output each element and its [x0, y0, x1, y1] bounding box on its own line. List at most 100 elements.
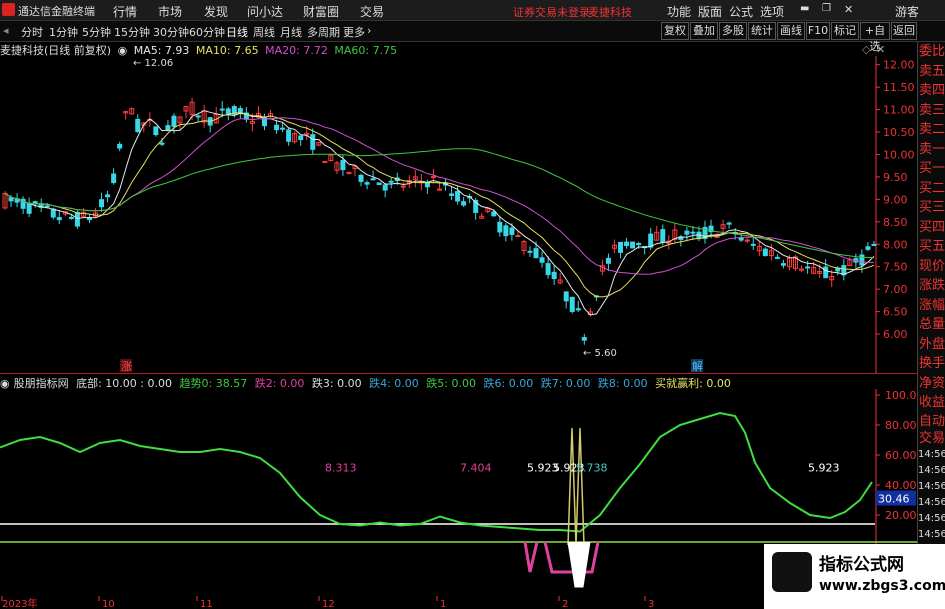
- side-item-3[interactable]: 卖三: [918, 101, 945, 121]
- candle-body: [44, 205, 50, 208]
- period-daily[interactable]: 日线: [226, 24, 248, 40]
- menu-item-wealth[interactable]: 财富圈: [303, 3, 339, 20]
- statistics-button[interactable]: 统计: [748, 22, 776, 40]
- side-item-7[interactable]: 买二: [918, 179, 945, 199]
- auto-trade-label[interactable]: 自动交易: [918, 413, 945, 447]
- period-1min[interactable]: 1分钟: [49, 24, 78, 40]
- indicator-value-label: 8.313: [325, 462, 357, 475]
- menu-item-layout[interactable]: 版面: [698, 3, 722, 20]
- candle-body: [195, 115, 201, 118]
- side-time-4: 14:56: [918, 512, 945, 524]
- period-15min[interactable]: 15分钟: [114, 24, 150, 40]
- mark-button[interactable]: 标记: [831, 22, 859, 40]
- side-panel: 委比 卖五 卖四 卖三 卖二 卖一 买一 买二 买三 买四 买五 现价 涨跌 涨幅 总量 外盘 换手 净资 收益 自…: [917, 42, 945, 609]
- draw-line-button[interactable]: 画线: [777, 22, 805, 40]
- candle-body: [563, 291, 569, 302]
- price-tick-label: 7.50: [883, 261, 908, 274]
- f10-button[interactable]: F10: [806, 22, 830, 40]
- price-tick-label: 9.00: [883, 193, 908, 206]
- period-60min[interactable]: 60分钟: [189, 24, 225, 40]
- side-item-10[interactable]: 买五: [918, 237, 945, 257]
- restore-icon[interactable]: ❐: [822, 3, 831, 14]
- d2-shape-left: [523, 541, 539, 573]
- indicator-value-label: 5.923: [808, 462, 840, 475]
- period-more[interactable]: 更多: [343, 24, 365, 40]
- guest-label[interactable]: 游客: [895, 3, 919, 20]
- candle-body: [624, 241, 630, 247]
- period-weekly[interactable]: 周线: [253, 24, 275, 40]
- high-price-label: ← 12.06: [133, 58, 173, 69]
- period-multi[interactable]: 多周期: [307, 24, 340, 40]
- side-item-17[interactable]: 净资: [918, 374, 945, 394]
- price-tick-label: 9.50: [883, 171, 908, 184]
- close-chart-icon[interactable]: ✕: [876, 43, 885, 56]
- more-chevron-icon[interactable]: ›: [367, 24, 371, 37]
- date-tick-label: 2023年: [2, 597, 37, 609]
- app-logo-icon: [2, 3, 15, 16]
- menu-item-quotes[interactable]: 行情: [113, 3, 137, 20]
- trend-line: [0, 411, 873, 533]
- indicator-value-label: 5.738: [576, 462, 608, 475]
- overlay-button[interactable]: 叠加: [690, 22, 718, 40]
- price-tick-label: 8.50: [883, 216, 908, 229]
- date-tick-label: 10: [102, 599, 115, 609]
- candle-body: [105, 194, 111, 198]
- candle-body: [527, 250, 533, 253]
- menu-item-discover[interactable]: 发现: [204, 3, 228, 20]
- candle-body: [322, 161, 328, 164]
- unlock-marker: 解: [692, 359, 703, 373]
- menu-item-formula[interactable]: 公式: [729, 3, 753, 20]
- stock-notice: 麦捷科技: [588, 6, 632, 19]
- side-item-6[interactable]: 买一: [918, 159, 945, 179]
- side-item-13[interactable]: 涨幅: [918, 296, 945, 316]
- menu-item-function[interactable]: 功能: [667, 3, 691, 20]
- multi-stock-button[interactable]: 多股: [719, 22, 747, 40]
- candle-body: [310, 134, 316, 150]
- candle-body: [436, 188, 442, 191]
- ma60-line: [4, 148, 875, 259]
- date-tick-label: 12: [322, 599, 335, 609]
- side-item-9[interactable]: 买四: [918, 218, 945, 238]
- side-item-16[interactable]: 换手: [918, 354, 945, 374]
- side-item-8[interactable]: 买三: [918, 198, 945, 218]
- candle-body: [388, 180, 394, 183]
- side-item-1[interactable]: 卖五: [918, 62, 945, 82]
- candle-body: [774, 256, 780, 259]
- menu-item-ask[interactable]: 问小达: [247, 3, 283, 20]
- collapse-icon[interactable]: ◇: [862, 43, 870, 56]
- side-item-15[interactable]: 外盘: [918, 335, 945, 355]
- candlestick-chart[interactable]: 12.00 11.50 11.00 10.50 10.00 9.50 9.00 8.50 8.0…: [0, 56, 917, 374]
- side-item-0[interactable]: 委比: [918, 42, 945, 62]
- period-30min[interactable]: 30分钟: [153, 24, 189, 40]
- menu-item-market[interactable]: 市场: [158, 3, 182, 20]
- menu-item-trade[interactable]: 交易: [360, 3, 384, 20]
- close-icon[interactable]: ✕: [844, 3, 853, 16]
- side-item-5[interactable]: 卖一: [918, 140, 945, 160]
- add-watchlist-button[interactable]: +自选: [860, 22, 890, 53]
- login-notice[interactable]: 证券交易未登录: [513, 4, 590, 20]
- side-item-14[interactable]: 总量: [918, 315, 945, 335]
- candle-body: [569, 296, 575, 312]
- side-time-3: 14:56: [918, 496, 945, 508]
- price-tick-label: 10.50: [883, 126, 915, 139]
- candle-body: [865, 246, 871, 250]
- side-item-4[interactable]: 卖二: [918, 120, 945, 140]
- side-item-18[interactable]: 收益: [918, 393, 945, 413]
- side-item-12[interactable]: 涨跌: [918, 276, 945, 296]
- period-intraday[interactable]: 分时: [21, 24, 43, 40]
- indicator-header: ◉ 股朋指标网 底部: 10.00 : 0.00 趋势0: 38.57 跌2: 0…: [0, 375, 875, 390]
- side-item-11[interactable]: 现价: [918, 257, 945, 277]
- price-tick-label: 8.00: [883, 238, 908, 251]
- candle-body: [497, 221, 503, 233]
- back-button[interactable]: 返回: [891, 22, 917, 40]
- candle-body: [171, 115, 177, 127]
- adjust-button[interactable]: 复权: [661, 22, 689, 40]
- side-time-0: 14:56: [918, 448, 945, 460]
- toolbar-scroll-icon[interactable]: ◂: [3, 24, 9, 37]
- minimize-icon[interactable]: ▬: [800, 3, 809, 14]
- period-5min[interactable]: 5分钟: [82, 24, 111, 40]
- side-item-2[interactable]: 卖四: [918, 81, 945, 101]
- menu-item-options[interactable]: 选项: [760, 3, 784, 20]
- period-monthly[interactable]: 月线: [280, 24, 302, 40]
- candle-body: [99, 199, 105, 208]
